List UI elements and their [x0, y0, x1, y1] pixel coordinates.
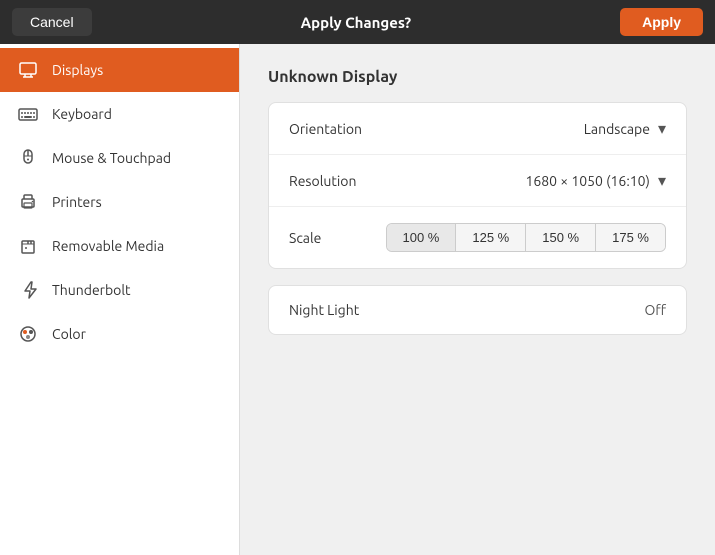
- orientation-value-container[interactable]: Landscape ▾: [584, 119, 666, 138]
- dialog-title: Apply Changes?: [92, 14, 621, 31]
- sidebar: Displays Keyboard: [0, 44, 240, 555]
- resolution-value-container[interactable]: 1680 × 1050 (16:10) ▾: [525, 171, 666, 190]
- sidebar-item-mouse-label: Mouse & Touchpad: [52, 150, 171, 166]
- content-area: Unknown Display Orientation Landscape ▾ …: [240, 44, 715, 555]
- topbar: Cancel Apply Changes? Apply: [0, 0, 715, 44]
- keyboard-icon: [18, 104, 38, 124]
- scale-options: 100 % 125 % 150 % 175 %: [386, 223, 667, 252]
- scale-100-button[interactable]: 100 %: [387, 224, 457, 251]
- night-light-card: Night Light Off: [268, 285, 687, 335]
- color-icon: [18, 324, 38, 344]
- sidebar-item-color[interactable]: Color: [0, 312, 239, 356]
- night-light-value: Off: [644, 302, 666, 318]
- orientation-label: Orientation: [289, 121, 362, 137]
- mouse-icon: [18, 148, 38, 168]
- sidebar-item-printers[interactable]: Printers: [0, 180, 239, 224]
- orientation-dropdown-icon: ▾: [658, 119, 666, 138]
- apply-button[interactable]: Apply: [620, 8, 703, 36]
- resolution-dropdown-icon: ▾: [658, 171, 666, 190]
- display-title: Unknown Display: [268, 68, 687, 86]
- sidebar-item-thunderbolt[interactable]: Thunderbolt: [0, 268, 239, 312]
- resolution-value: 1680 × 1050 (16:10): [525, 173, 650, 189]
- sidebar-item-color-label: Color: [52, 326, 86, 342]
- resolution-row: Resolution 1680 × 1050 (16:10) ▾: [269, 155, 686, 207]
- scale-175-button[interactable]: 175 %: [596, 224, 665, 251]
- sidebar-item-thunderbolt-label: Thunderbolt: [52, 282, 131, 298]
- orientation-row: Orientation Landscape ▾: [269, 103, 686, 155]
- removable-icon: [18, 236, 38, 256]
- cancel-button[interactable]: Cancel: [12, 8, 92, 36]
- scale-150-button[interactable]: 150 %: [526, 224, 596, 251]
- night-light-label: Night Light: [289, 302, 359, 318]
- sidebar-item-keyboard-label: Keyboard: [52, 106, 112, 122]
- resolution-label: Resolution: [289, 173, 356, 189]
- sidebar-item-displays[interactable]: Displays: [0, 48, 239, 92]
- scale-label: Scale: [289, 230, 321, 246]
- display-icon: [18, 60, 38, 80]
- thunderbolt-icon: [18, 280, 38, 300]
- sidebar-item-removable-label: Removable Media: [52, 238, 164, 254]
- scale-125-button[interactable]: 125 %: [456, 224, 526, 251]
- printer-icon: [18, 192, 38, 212]
- night-light-row[interactable]: Night Light Off: [269, 286, 686, 334]
- sidebar-item-removable-media[interactable]: Removable Media: [0, 224, 239, 268]
- display-settings-card: Orientation Landscape ▾ Resolution 1680 …: [268, 102, 687, 269]
- sidebar-item-displays-label: Displays: [52, 62, 103, 78]
- sidebar-item-printers-label: Printers: [52, 194, 102, 210]
- orientation-value: Landscape: [584, 121, 650, 137]
- sidebar-item-keyboard[interactable]: Keyboard: [0, 92, 239, 136]
- scale-row: Scale 100 % 125 % 150 % 175 %: [269, 207, 686, 268]
- main-layout: Displays Keyboard: [0, 44, 715, 555]
- sidebar-item-mouse-touchpad[interactable]: Mouse & Touchpad: [0, 136, 239, 180]
